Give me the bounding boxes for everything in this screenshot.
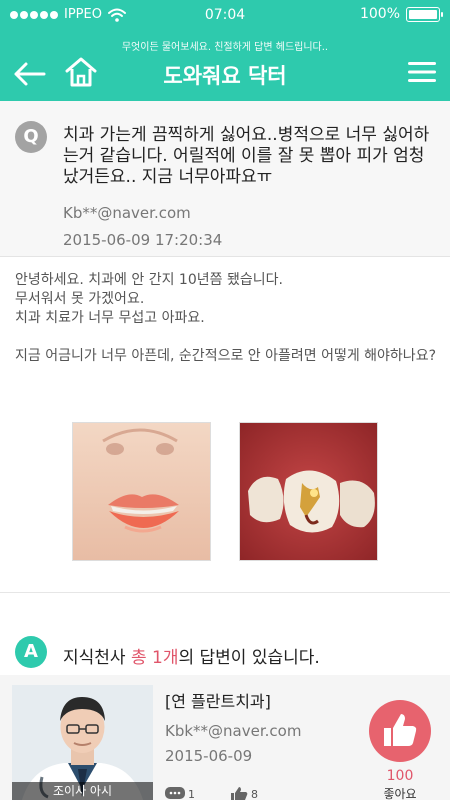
answer-summary: 지식천사 총 1개의 답변이 있습니다. — [63, 643, 320, 668]
comment-stat[interactable]: 1 — [165, 787, 195, 800]
question-text: 치과 가는게 끔찍하게 싫어요..병적으로 너무 싫어하는거 같습니다. 어릴적… — [63, 125, 430, 187]
answer-count: 총 1개 — [130, 648, 179, 668]
answer-author-email: Kbk**@naver.com — [165, 722, 302, 740]
like-count: 100 — [386, 768, 414, 784]
nav-bar: 도와줘요 닥터 — [0, 56, 450, 92]
answer-badge: A — [15, 636, 47, 668]
answer-card[interactable]: 조이사 아시 [연 플란트치과] Kbk**@naver.com 2015-06… — [0, 675, 450, 800]
answer-date: 2015-06-09 — [165, 747, 253, 765]
answer-summary-prefix: 지식천사 — [63, 648, 131, 668]
status-bar: IPPEO 07:04 100% — [0, 0, 450, 32]
question-badge: Q — [15, 121, 47, 153]
status-right: 100% — [359, 6, 443, 22]
attached-photo-teeth[interactable] — [239, 422, 378, 561]
comment-count: 1 — [188, 787, 195, 800]
like-button[interactable] — [369, 700, 431, 762]
doctor-caption: 조이사 아시 — [12, 782, 153, 800]
like-label: 좋아요 — [383, 787, 417, 800]
menu-icon[interactable] — [408, 60, 436, 84]
attached-photo-lips[interactable] — [72, 422, 211, 561]
thumbs-up-icon — [384, 714, 417, 746]
question-body: 안녕하세요. 치과에 안 간지 10년쯤 됐습니다. 무서워서 못 가겠어요. … — [15, 271, 440, 366]
body-line: 안녕하세요. 치과에 안 간지 10년쯤 됐습니다. — [15, 272, 283, 288]
answer-summary-suffix: 의 답변이 있습니다. — [178, 648, 320, 668]
app-header: IPPEO 07:04 100% 무엇이든 물어보세요. 친절하게 답변 헤드립… — [0, 0, 450, 101]
like-stat[interactable]: 8 — [230, 787, 258, 800]
question-card: Q 치과 가는게 끔찍하게 싫어요..병적으로 너무 싫어하는거 같습니다. 어… — [0, 101, 450, 257]
body-line: 지금 어금니가 너무 아픈데, 순간적으로 안 아플려면 어떻게 해야하나요? — [15, 348, 437, 364]
battery-percent: 100% — [359, 6, 400, 22]
like-small-count: 8 — [251, 787, 258, 800]
home-icon[interactable] — [64, 56, 98, 88]
header-tagline: 무엇이든 물어보세요. 친절하게 답변 헤드립니다.. — [121, 42, 329, 53]
thumbs-up-small-icon — [231, 787, 248, 800]
body-line: 무서워서 못 가겠어요. — [15, 291, 145, 307]
question-datetime: 2015-06-09 17:20:34 — [63, 231, 223, 249]
clinic-name[interactable]: [연 플란트치과] — [165, 688, 271, 712]
section-divider — [0, 592, 450, 593]
question-author-email: Kb**@naver.com — [63, 204, 191, 222]
back-arrow-icon[interactable] — [12, 60, 46, 88]
battery-icon — [406, 6, 443, 22]
comment-icon — [165, 787, 185, 799]
doctor-avatar[interactable]: 조이사 아시 — [12, 685, 153, 800]
body-line: 치과 치료가 너무 무섭고 아파요. — [15, 310, 205, 326]
